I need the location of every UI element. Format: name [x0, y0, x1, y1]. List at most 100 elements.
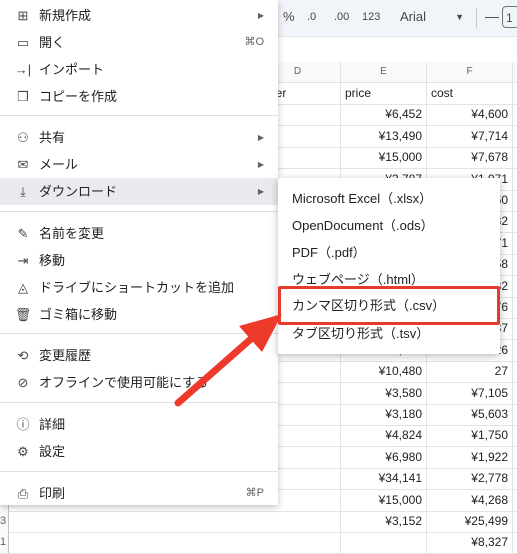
- table-cell-price[interactable]: ¥3,580: [341, 382, 427, 404]
- table-row: 3 ¥3,152¥25,4992: [0, 511, 517, 533]
- menu-item-folder[interactable]: ▭ 開く ⌘O: [0, 29, 278, 56]
- table-cell-cost[interactable]: ¥4,600: [427, 104, 513, 126]
- table-cell-cost[interactable]: ¥1,922: [427, 446, 513, 468]
- table-cell[interactable]: 3: [513, 233, 517, 254]
- table-row: 1 ¥8,3273: [0, 532, 517, 554]
- menu-item-label: 名前を変更: [39, 226, 105, 241]
- table-cell[interactable]: a: [513, 83, 517, 104]
- table-cell-price[interactable]: ¥15,000: [341, 489, 427, 511]
- table-cell-cost[interactable]: ¥7,105: [427, 382, 513, 404]
- table-cell[interactable]: 2: [513, 447, 517, 468]
- menu-item-move[interactable]: ⇥ 移動: [0, 247, 278, 274]
- table-cell-price[interactable]: ¥34,141: [341, 468, 427, 490]
- table-cell-price[interactable]: ¥6,452: [341, 104, 427, 126]
- table-cell-cost[interactable]: ¥4,268: [427, 489, 513, 511]
- menu-item-copy[interactable]: ❐ コピーを作成: [0, 83, 278, 110]
- table-cell[interactable]: 3: [513, 468, 517, 489]
- table-cell-cost[interactable]: ¥2,778: [427, 468, 513, 490]
- menu-shortcut: ⌘P: [245, 487, 264, 499]
- table-cell[interactable]: [255, 532, 341, 554]
- folder-icon: ▭: [16, 35, 30, 50]
- table-cell[interactable]: 3: [513, 211, 517, 232]
- table-cell-price[interactable]: ¥13,490: [341, 125, 427, 147]
- trash-icon: 🗑: [14, 307, 32, 322]
- row-number[interactable]: 3: [0, 511, 9, 532]
- table-cell-cost[interactable]: ¥1,750: [427, 425, 513, 447]
- table-cell-price[interactable]: ¥3,152: [341, 511, 427, 532]
- table-cell[interactable]: 3: [513, 532, 517, 553]
- column-header-e[interactable]: E: [341, 62, 427, 82]
- download-pdf[interactable]: PDF（.pdf）: [278, 239, 500, 266]
- table-cell[interactable]: 5: [513, 383, 517, 404]
- menu-item-label: ゴミ箱に移動: [39, 307, 118, 322]
- table-cell-price[interactable]: [341, 532, 427, 554]
- menu-divider: [0, 211, 278, 212]
- menu-item-mail[interactable]: ✉ メール ▶: [0, 151, 278, 178]
- menu-item-label: 詳細: [39, 417, 66, 432]
- menu-item-trash[interactable]: 🗑 ゴミ箱に移動: [0, 301, 278, 328]
- drive-shortcut-icon: ◬: [18, 280, 28, 295]
- menu-item-share[interactable]: ⚇ 共有 ▶: [0, 124, 278, 151]
- table-cell[interactable]: 4: [513, 126, 517, 147]
- percent-format-button[interactable]: %: [283, 9, 295, 24]
- menu-item-history[interactable]: ⟲ 変更履歴: [0, 342, 278, 369]
- menu-item-label: 移動: [39, 253, 66, 268]
- download-xlsx[interactable]: Microsoft Excel（.xlsx）: [278, 185, 500, 212]
- menu-item-plus-box[interactable]: ⊞ 新規作成 ▶: [0, 2, 278, 29]
- table-cell[interactable]: 1: [513, 340, 517, 361]
- cell-header-price[interactable]: price: [341, 83, 427, 104]
- table-cell[interactable]: 1: [513, 404, 517, 425]
- menu-item-label: 設定: [39, 444, 66, 459]
- table-cell-cost[interactable]: ¥7,714: [427, 125, 513, 147]
- submenu-arrow-icon: ▶: [257, 133, 264, 142]
- table-cell[interactable]: 3: [513, 425, 517, 446]
- table-cell-price[interactable]: ¥10,480: [341, 361, 427, 383]
- menu-item-import[interactable]: →| インポート: [0, 56, 278, 83]
- column-header-f[interactable]: F: [427, 62, 513, 82]
- table-cell[interactable]: 2: [513, 254, 517, 275]
- table-cell[interactable]: 1: [513, 361, 517, 382]
- menu-item-print[interactable]: ⎙ 印刷 ⌘P: [0, 480, 278, 507]
- table-cell-cost[interactable]: ¥8,327: [427, 532, 513, 554]
- download-submenu: Microsoft Excel（.xlsx） OpenDocument（.ods…: [278, 178, 500, 354]
- table-cell-cost[interactable]: ¥25,499: [427, 511, 513, 532]
- table-cell-price[interactable]: ¥3,180: [341, 404, 427, 425]
- table-cell[interactable]: 2: [513, 318, 517, 339]
- table-cell[interactable]: 3: [513, 276, 517, 297]
- font-size-input[interactable]: 1: [502, 6, 517, 28]
- table-cell[interactable]: 2: [513, 511, 517, 532]
- menu-item-settings[interactable]: ⚙ 設定: [0, 438, 278, 465]
- table-cell[interactable]: [255, 511, 341, 532]
- menu-item-info[interactable]: ⓘ 詳細: [0, 411, 278, 438]
- menu-item-download[interactable]: ⤓ ダウンロード ▶: [0, 178, 278, 205]
- menu-item-label: メール: [39, 157, 79, 172]
- more-formats-button[interactable]: 123: [362, 11, 380, 23]
- history-icon: ⟲: [17, 348, 29, 363]
- row-number[interactable]: 1: [0, 532, 9, 554]
- rename-icon: ✎: [17, 226, 29, 241]
- table-cell-price[interactable]: ¥4,824: [341, 425, 427, 447]
- table-cell[interactable]: 2: [513, 169, 517, 190]
- decrease-font-size-button[interactable]: —: [485, 8, 499, 24]
- decrease-decimal-button[interactable]: .0: [307, 11, 316, 23]
- table-cell[interactable]: 2: [513, 190, 517, 211]
- table-cell-price[interactable]: ¥6,980: [341, 446, 427, 468]
- increase-decimal-button[interactable]: .00: [334, 11, 349, 23]
- table-cell[interactable]: 2: [513, 490, 517, 511]
- table-cell-cost[interactable]: ¥5,603: [427, 404, 513, 425]
- copy-icon: ❐: [17, 89, 29, 104]
- table-cell[interactable]: 4: [513, 104, 517, 125]
- table-cell-cost[interactable]: 27: [427, 361, 513, 383]
- table-cell-cost[interactable]: ¥7,678: [427, 147, 513, 169]
- table-cell[interactable]: 3: [513, 147, 517, 168]
- menu-item-drive-shortcut[interactable]: ◬ ドライブにショートカットを追加: [0, 274, 278, 301]
- menu-item-label: オフラインで使用可能にする: [39, 375, 209, 390]
- cell-header-cost[interactable]: cost: [427, 83, 513, 104]
- download-ods[interactable]: OpenDocument（.ods）: [278, 212, 500, 239]
- font-select[interactable]: Arial ▼: [392, 6, 470, 28]
- menu-item-rename[interactable]: ✎ 名前を変更: [0, 220, 278, 247]
- menu-item-label: コピーを作成: [39, 89, 118, 104]
- table-cell-price[interactable]: ¥15,000: [341, 147, 427, 169]
- table-cell[interactable]: 2: [513, 297, 517, 318]
- menu-item-offline[interactable]: ⊘ オフラインで使用可能にする: [0, 369, 278, 396]
